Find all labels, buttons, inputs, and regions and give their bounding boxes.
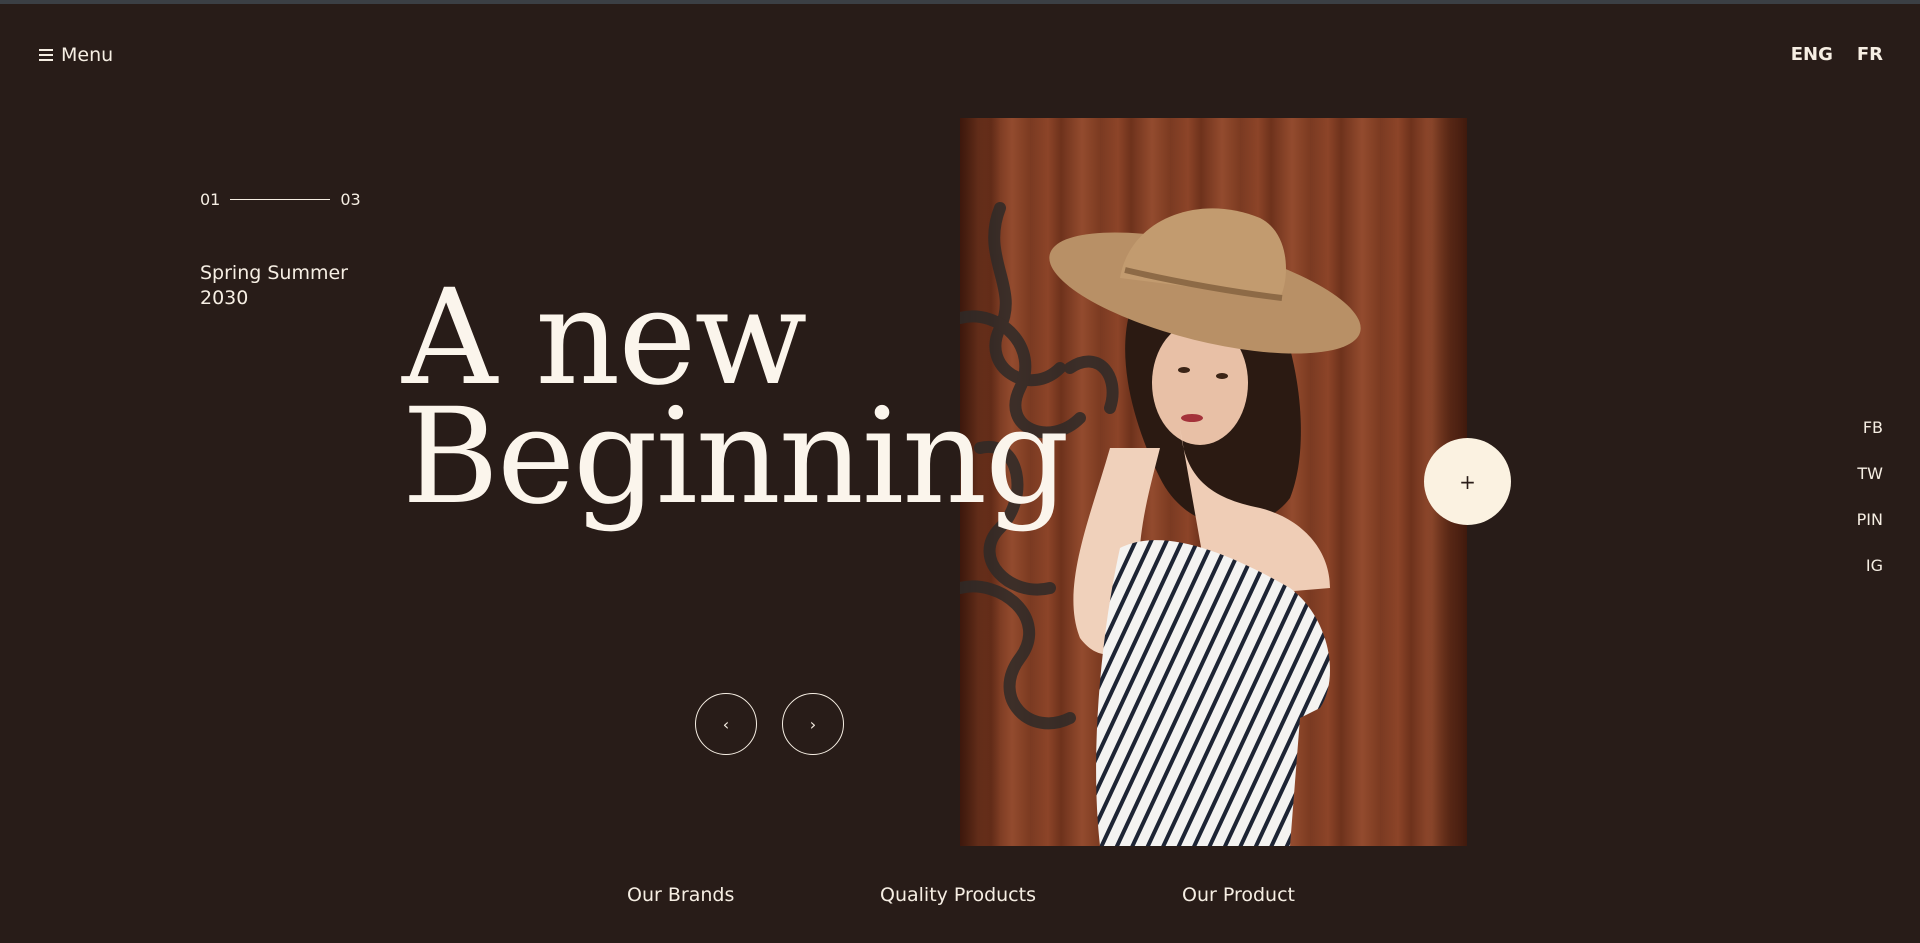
social-link-twitter[interactable]: TW bbox=[1857, 462, 1883, 485]
headline-line-2: Beginning bbox=[402, 380, 1070, 535]
season-label: Spring Summer 2030 bbox=[200, 262, 348, 309]
social-links: FB TW PIN IG bbox=[1857, 416, 1883, 577]
hamburger-icon bbox=[39, 49, 53, 61]
language-switcher: ENG FR bbox=[1791, 44, 1883, 65]
menu-button[interactable]: Menu bbox=[39, 44, 113, 66]
menu-label: Menu bbox=[61, 44, 114, 66]
total-slides: 03 bbox=[340, 190, 361, 209]
expand-button[interactable]: + bbox=[1424, 438, 1511, 525]
slide-counter: 01 03 bbox=[200, 190, 361, 209]
plus-icon: + bbox=[1459, 469, 1476, 494]
hero-headline: A new Beginning bbox=[402, 273, 1070, 535]
counter-progress-line bbox=[230, 199, 331, 200]
browser-top-bar bbox=[0, 0, 1920, 4]
prev-slide-button[interactable]: ‹ bbox=[695, 693, 757, 755]
nav-link-our-brands[interactable]: Our Brands bbox=[627, 884, 880, 906]
social-link-pinterest[interactable]: PIN bbox=[1857, 508, 1883, 531]
lang-eng[interactable]: ENG bbox=[1791, 44, 1833, 65]
chevron-right-icon: › bbox=[809, 714, 817, 734]
lang-fr[interactable]: FR bbox=[1857, 44, 1883, 65]
nav-link-quality-products[interactable]: Quality Products bbox=[880, 884, 1182, 906]
social-link-instagram[interactable]: IG bbox=[1866, 554, 1883, 577]
next-slide-button[interactable]: › bbox=[782, 693, 844, 755]
social-link-facebook[interactable]: FB bbox=[1863, 416, 1883, 439]
nav-link-our-product[interactable]: Our Product bbox=[1182, 884, 1295, 906]
bottom-nav: Our Brands Quality Products Our Product bbox=[627, 884, 1295, 906]
current-slide: 01 bbox=[200, 190, 221, 209]
chevron-left-icon: ‹ bbox=[722, 714, 730, 734]
